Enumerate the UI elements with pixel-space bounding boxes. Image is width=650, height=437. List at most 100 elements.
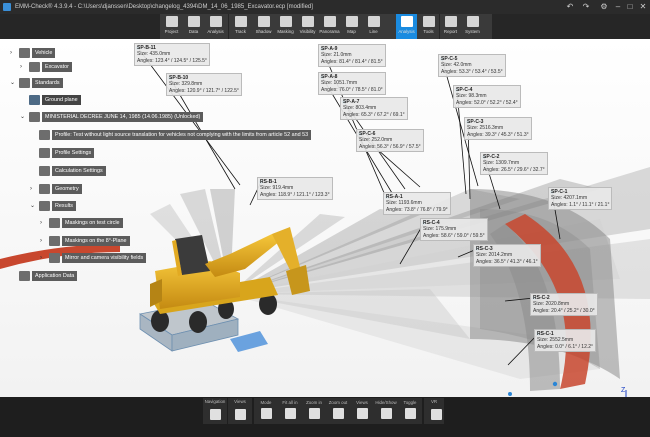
views-button[interactable] [230, 398, 250, 424]
analysis-run-icon [400, 16, 413, 27]
ribbon-button-analysis[interactable]: Analysis [205, 14, 226, 39]
hide-show-icon [380, 408, 392, 419]
ribbon-button-tools[interactable]: Tools [418, 14, 439, 39]
ribbon-button-line[interactable]: Line [363, 14, 384, 39]
ribbon-button-label: Map [347, 29, 356, 34]
chevron-right-icon[interactable]: › [40, 238, 46, 244]
vehicle-icon [19, 47, 30, 58]
toolbar-group: Views [228, 398, 252, 424]
zoom-out-icon [332, 408, 344, 419]
tree-item[interactable]: Ground plane [20, 94, 81, 105]
visibility-icon [301, 16, 314, 27]
toolbar-button-label: Toggle [403, 400, 417, 405]
chevron-right-icon[interactable]: › [30, 186, 36, 192]
hide-show-button[interactable]: Hide/Show [375, 398, 397, 424]
system-icon [466, 16, 479, 27]
vr-icon [430, 409, 442, 420]
tree-item[interactable]: Calculation Settings [30, 165, 106, 176]
callout-sp-a-8[interactable]: SP-A-8 Size: 1051.7mm Angles: 76.0° / 78.5… [318, 72, 386, 96]
callout-sp-b-10[interactable]: SP-B-10 Size: 329.8mm Angles: 120.9° / 121… [166, 73, 242, 97]
callout-sp-c-6[interactable]: SP-C-6 Size: 252.0mm Angles: 56.3° / 56.9°… [356, 129, 424, 153]
3d-viewport[interactable]: › Vehicle › Excavator ⌄ Standards Ground plane… [0, 39, 650, 397]
vr-button[interactable] [426, 398, 446, 424]
ribbon-button-report[interactable]: Report [440, 14, 461, 39]
callout-rs-c-4[interactable]: RS-C-4 Size: 175.9mm Angles: 58.6° / 59.0°… [420, 218, 488, 242]
minimize-button[interactable]: – [612, 2, 624, 11]
line-icon [367, 16, 380, 27]
callout-angles: Angles: 123.4° / 124.5° / 125.5° [137, 57, 207, 64]
mode-button[interactable]: Mode [256, 398, 276, 424]
navigation-button[interactable] [205, 398, 225, 424]
callout-sp-c-3[interactable]: SP-C-3 Size: 2516.3mm Angles: 39.3° / 45.3… [464, 117, 532, 141]
tree-item[interactable]: › Vehicle [10, 47, 56, 58]
views-button[interactable]: Views [352, 398, 372, 424]
tree-item[interactable]: Application Data [10, 270, 78, 281]
callout-angles: Angles: 36.5° / 41.3° / 46.1° [476, 258, 538, 265]
profile-icon [39, 129, 50, 140]
tree-item[interactable]: ⌄ Standards [10, 77, 63, 88]
callout-sp-a-9[interactable]: SP-A-9 Size: 21.0mm Angles: 81.4° / 81.4° … [318, 44, 386, 68]
ribbon-button-map[interactable]: Map [341, 14, 362, 39]
callout-angles: Angles: 120.9° / 121.7° / 122.5° [169, 87, 239, 94]
callout-rs-b-1[interactable]: RS-B-1 Size: 919.4mm Angles: 118.9° / 121.… [257, 177, 333, 201]
callout-rs-c-1[interactable]: RS-C-1 Size: 2552.5mm Angles: 0.0° / 6.1° … [534, 329, 597, 353]
axis-gizmo: Z X Y [621, 387, 627, 397]
callout-rs-c-2[interactable]: RS-C-2 Size: 2020.8mm Angles: 20.4° / 25.2… [530, 293, 598, 317]
ribbon-button-shadow[interactable]: Shadow [253, 14, 274, 39]
chevron-right-icon[interactable]: › [20, 64, 26, 70]
ribbon-button-label: Project [164, 29, 179, 34]
chevron-right-icon[interactable]: › [40, 220, 46, 226]
ribbon-button-analysis[interactable]: Analysis [396, 14, 417, 39]
panorama-icon [323, 16, 336, 27]
tree-item[interactable]: › Maskings on the 8°-Plane [40, 235, 130, 246]
ribbon-button-track[interactable]: Track [230, 14, 251, 39]
callout-angles: Angles: 20.4° / 25.2° / 30.0° [533, 307, 595, 314]
callout-sp-c-2[interactable]: SP-C-2 Size: 1309.7mm Angles: 26.5° / 29.6… [480, 152, 548, 176]
undo-icon[interactable]: ↶ [564, 2, 576, 11]
tools-icon [422, 16, 435, 27]
fullscreen-icon [234, 409, 246, 420]
zoom-out-button[interactable]: Zoom out [328, 398, 348, 424]
ribbon-button-project[interactable]: Project [161, 14, 182, 39]
tree-item[interactable]: Profile Settings [30, 147, 95, 158]
fit-all-in-button[interactable]: Fit all in [280, 398, 300, 424]
ribbon-button-visibility[interactable]: Visibility [297, 14, 318, 39]
callout-angles: Angles: 76.0° / 78.5° / 81.0° [321, 86, 383, 93]
callout-rs-c-3[interactable]: RS-C-3 Size: 2014.2mm Angles: 36.5° / 41.3… [473, 244, 541, 268]
redo-icon[interactable]: ↷ [580, 2, 592, 11]
chevron-down-icon[interactable]: ⌄ [20, 113, 26, 120]
maskings-circle-icon [49, 217, 60, 228]
ribbon-button-data[interactable]: Data [183, 14, 204, 39]
tree-item[interactable]: Profile: Test without light source trans… [30, 129, 312, 140]
callout-sp-c-1[interactable]: SP-C-1 Size: 4207.1mm Angles: 1.1° / 11.1°… [548, 187, 613, 211]
close-button[interactable]: ✕ [637, 2, 649, 11]
toggle-button[interactable]: Toggle [400, 398, 420, 424]
chevron-down-icon[interactable]: ⌄ [10, 79, 16, 86]
chevron-right-icon[interactable]: › [10, 50, 16, 56]
tree-item[interactable]: › Geometry [30, 183, 82, 194]
toolbar-button-label: Zoom out [328, 400, 348, 405]
fit-all-icon [284, 408, 296, 419]
gear-icon[interactable]: ⚙ [598, 2, 610, 11]
callout-sp-c-4[interactable]: SP-C-4 Size: 98.3mm Angles: 52.0° / 52.2° … [453, 85, 521, 109]
chevron-right-icon[interactable]: › [40, 255, 46, 261]
callout-sp-b-11[interactable]: SP-B-11 Size: 435.0mm Angles: 123.4° / 124… [134, 43, 210, 67]
project-icon [165, 16, 178, 27]
ribbon-button-system[interactable]: System [462, 14, 483, 39]
tree-item[interactable]: › Excavator [20, 61, 72, 72]
maximize-button[interactable]: □ [624, 2, 636, 11]
callout-angles: Angles: 53.3° / 53.4° / 53.5° [441, 68, 503, 75]
ribbon-button-masking[interactable]: Masking [275, 14, 296, 39]
chevron-down-icon[interactable]: ⌄ [30, 202, 36, 209]
tree-item[interactable]: ⌄ Results [30, 200, 76, 211]
ground-plane-icon [29, 94, 40, 105]
tree-item[interactable]: ⌄ MINISTERIAL DECREE JUNE 14, 1985 (14.06… [20, 111, 204, 122]
report-icon [444, 16, 457, 27]
callout-sp-a-7[interactable]: SP-A-7 Size: 803.4mm Angles: 65.3° / 67.2°… [340, 97, 408, 121]
tree-item[interactable]: › Mirror and camera visibility fields [40, 252, 147, 263]
tree-item[interactable]: › Maskings on test circle [40, 217, 123, 228]
zoom-in-button[interactable]: Zoom in [304, 398, 324, 424]
ribbon-button-panorama[interactable]: Panorama [319, 14, 340, 39]
callout-sp-c-5[interactable]: SP-C-5 Size: 42.0mm Angles: 53.3° / 53.4° … [438, 54, 506, 78]
callout-rs-a-1[interactable]: RS-A-1 Size: 1193.6mm Angles: 73.8° / 76.8… [383, 192, 451, 216]
